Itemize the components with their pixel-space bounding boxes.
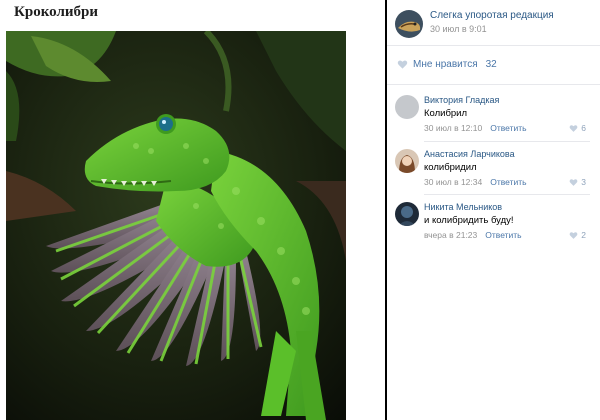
commenter-avatar[interactable] — [395, 95, 419, 119]
comment-like-count: 3 — [581, 177, 586, 187]
commenter-name[interactable]: Анастасия Ларчикова — [424, 149, 515, 159]
heart-icon — [397, 59, 408, 69]
post-timestamp[interactable]: 30 июл в 9:01 — [430, 24, 487, 34]
post-image[interactable] — [6, 31, 346, 420]
heart-icon — [569, 178, 578, 186]
comment-like-count: 2 — [581, 230, 586, 240]
author-avatar[interactable] — [395, 10, 423, 38]
reply-button[interactable]: Ответить — [490, 123, 526, 133]
commenter-avatar[interactable] — [395, 202, 419, 226]
heart-icon — [569, 124, 578, 132]
reply-button[interactable]: Ответить — [485, 230, 521, 240]
crocodile-hummingbird-image — [6, 31, 346, 420]
author-avatar-image — [395, 10, 423, 38]
comment-like-button[interactable]: 2 — [569, 230, 586, 240]
comment-meta: 30 июл в 12:34 Ответить — [424, 177, 527, 187]
comment-like-button[interactable]: 6 — [569, 123, 586, 133]
commenter-avatar[interactable] — [395, 149, 419, 173]
like-label: Мне нравится — [413, 58, 478, 70]
comment-text: Колибрил — [424, 108, 468, 119]
comment-text: и колибридить буду! — [424, 215, 514, 226]
heart-icon — [569, 231, 578, 239]
commenter-name[interactable]: Виктория Гладкая — [424, 95, 499, 105]
divider — [424, 194, 590, 195]
comment-time[interactable]: 30 июл в 12:34 — [424, 177, 482, 187]
commenter-avatar-image — [395, 149, 419, 173]
divider — [387, 84, 600, 85]
commenter-avatar-image — [395, 202, 419, 226]
divider — [387, 45, 600, 46]
comment-time[interactable]: вчера в 21:23 — [424, 230, 477, 240]
like-count: 32 — [485, 58, 497, 70]
like-button[interactable]: Мне нравится 32 — [397, 57, 497, 71]
comment-meta: 30 июл в 12:10 Ответить — [424, 123, 527, 133]
post-panel: Кроколибри — [0, 0, 385, 420]
author-name[interactable]: Слегка упоротая редакция — [430, 10, 554, 21]
comment-like-button[interactable]: 3 — [569, 177, 586, 187]
divider — [424, 141, 590, 142]
reply-button[interactable]: Ответить — [490, 177, 526, 187]
comment-text: колибридил — [424, 162, 477, 173]
comments-panel: Слегка упоротая редакция 30 июл в 9:01 М… — [387, 0, 600, 420]
comment-item: Анастасия Ларчикова колибридил 30 июл в … — [387, 149, 600, 197]
comment-like-count: 6 — [581, 123, 586, 133]
comment-meta: вчера в 21:23 Ответить — [424, 230, 522, 240]
commenter-name[interactable]: Никита Мельников — [424, 202, 502, 212]
comment-item: Виктория Гладкая Колибрил 30 июл в 12:10… — [387, 95, 600, 143]
comment-time[interactable]: 30 июл в 12:10 — [424, 123, 482, 133]
post-title: Кроколибри — [14, 4, 99, 20]
comment-item: Никита Мельников и колибридить буду! вче… — [387, 202, 600, 250]
